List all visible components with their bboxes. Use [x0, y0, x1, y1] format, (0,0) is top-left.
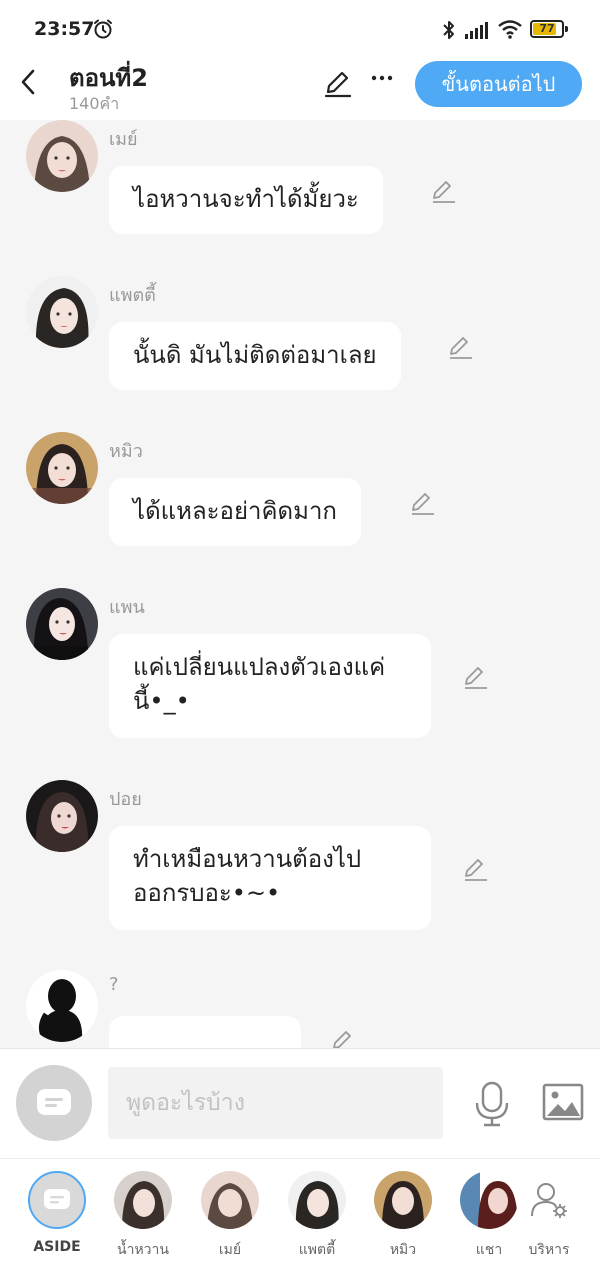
edit-message-button[interactable] — [409, 490, 437, 518]
input-bar — [0, 1048, 600, 1158]
message-item: ? — [0, 970, 600, 1048]
character-item[interactable]: แพตตี้ — [277, 1171, 357, 1261]
back-icon — [21, 69, 35, 95]
message-bubble[interactable]: ได้แหละอย่าคิดมาก — [109, 478, 361, 546]
alarm-icon — [94, 19, 112, 39]
message-item: ปอย ทำเหมือนหวานต้องไป ออกรบอะ•~• — [0, 780, 600, 960]
avatar — [201, 1171, 259, 1229]
battery-level: 77 — [539, 22, 555, 35]
manage-user-icon — [531, 1183, 567, 1218]
message-bubble[interactable]: แค่เปลี่ยนแปลงตัวเองแค่ นี้•_• — [109, 634, 431, 738]
avatar[interactable] — [26, 432, 98, 504]
character-item[interactable]: น้ำหวาน — [103, 1171, 183, 1261]
manage-characters-button[interactable]: บริหาร — [509, 1171, 589, 1261]
avatar — [374, 1171, 432, 1229]
message-text-line: แค่เปลี่ยนแปลงตัวเองแค่ — [133, 653, 386, 681]
message-text-line: นี้•_• — [133, 687, 190, 715]
sender-name: หมิว — [109, 441, 143, 462]
message-item: หมิว ได้แหละอย่าคิดมาก — [0, 432, 600, 572]
message-bubble[interactable]: ไอหวานจะทำได้มั้ยวะ — [109, 166, 383, 234]
edit-message-button[interactable] — [330, 1028, 358, 1048]
avatar — [288, 1171, 346, 1229]
character-selector: ASIDE น้ำหวาน เมย์ แพตตี้ หมิว แชา บริหา… — [0, 1158, 600, 1267]
message-bubble[interactable] — [109, 1016, 301, 1048]
avatar[interactable] — [26, 120, 98, 192]
avatar[interactable] — [26, 970, 98, 1042]
message-item: เมย์ ไอหวานจะทำได้มั้ยวะ — [0, 120, 600, 260]
signal-icon — [465, 22, 488, 39]
message-bubble[interactable]: นั้นดิ มันไม่ติดต่อมาเลย — [109, 322, 401, 390]
character-label: หมิว — [389, 1242, 417, 1258]
message-text-line: ออกรบอะ•~• — [133, 879, 281, 907]
edit-message-button[interactable] — [462, 664, 490, 692]
next-step-button[interactable]: ขั้นตอนต่อไป — [415, 61, 582, 107]
character-aside[interactable]: ASIDE — [17, 1171, 97, 1255]
message-input[interactable] — [108, 1067, 443, 1139]
sender-name: ? — [109, 974, 119, 995]
top-bar: ตอนที่2 140คำ ขั้นตอนต่อไป — [0, 58, 600, 120]
more-icon — [371, 75, 393, 81]
message-text: นั้นดิ มันไม่ติดต่อมาเลย — [133, 341, 377, 369]
edit-message-button[interactable] — [447, 334, 475, 362]
edit-title-button[interactable] — [322, 68, 354, 100]
image-icon[interactable] — [542, 1083, 584, 1121]
mic-icon[interactable] — [474, 1081, 510, 1127]
avatar — [114, 1171, 172, 1229]
chat-bubble-icon — [44, 1189, 70, 1209]
back-button[interactable] — [14, 66, 42, 98]
sender-name: ปอย — [109, 789, 142, 810]
character-item[interactable]: หมิว — [363, 1171, 443, 1261]
character-label: บริหาร — [528, 1242, 570, 1258]
more-options-button[interactable] — [367, 66, 397, 98]
status-time: 23:57 — [34, 18, 95, 40]
character-label: แพตตี้ — [298, 1242, 336, 1258]
message-bubble[interactable]: ทำเหมือนหวานต้องไป ออกรบอะ•~• — [109, 826, 431, 930]
message-item: แพน แค่เปลี่ยนแปลงตัวเองแค่ นี้•_• — [0, 588, 600, 768]
battery-indicator: 77 — [530, 20, 568, 38]
sender-name: แพตตี้ — [109, 285, 156, 306]
character-label: เมย์ — [218, 1242, 242, 1258]
status-bar: 23:57 77 — [0, 0, 600, 58]
message-item: แพตตี้ นั้นดิ มันไม่ติดต่อมาเลย — [0, 276, 600, 416]
sender-name: เมย์ — [109, 129, 138, 150]
message-text: ไอหวานจะทำได้มั้ยวะ — [133, 185, 359, 213]
chat-area[interactable]: เมย์ ไอหวานจะทำได้มั้ยวะ แพตตี้ นั้นดิ ม… — [0, 120, 600, 1048]
wifi-icon — [498, 20, 522, 39]
aside-toggle-button[interactable] — [16, 1065, 92, 1141]
character-label: ASIDE — [33, 1239, 81, 1255]
word-count: 140คำ — [69, 94, 120, 113]
edit-message-button[interactable] — [462, 856, 490, 884]
avatar[interactable] — [26, 276, 98, 348]
bluetooth-icon — [443, 21, 454, 39]
sender-name: แพน — [109, 597, 145, 618]
avatar[interactable] — [26, 588, 98, 660]
message-text: ได้แหละอย่าคิดมาก — [133, 497, 337, 525]
character-item[interactable]: เมย์ — [190, 1171, 270, 1261]
edit-message-button[interactable] — [430, 178, 458, 206]
character-label: น้ำหวาน — [117, 1242, 169, 1258]
chat-bubble-icon — [37, 1089, 71, 1115]
avatar[interactable] — [26, 780, 98, 852]
message-text-line: ทำเหมือนหวานต้องไป — [133, 845, 362, 873]
